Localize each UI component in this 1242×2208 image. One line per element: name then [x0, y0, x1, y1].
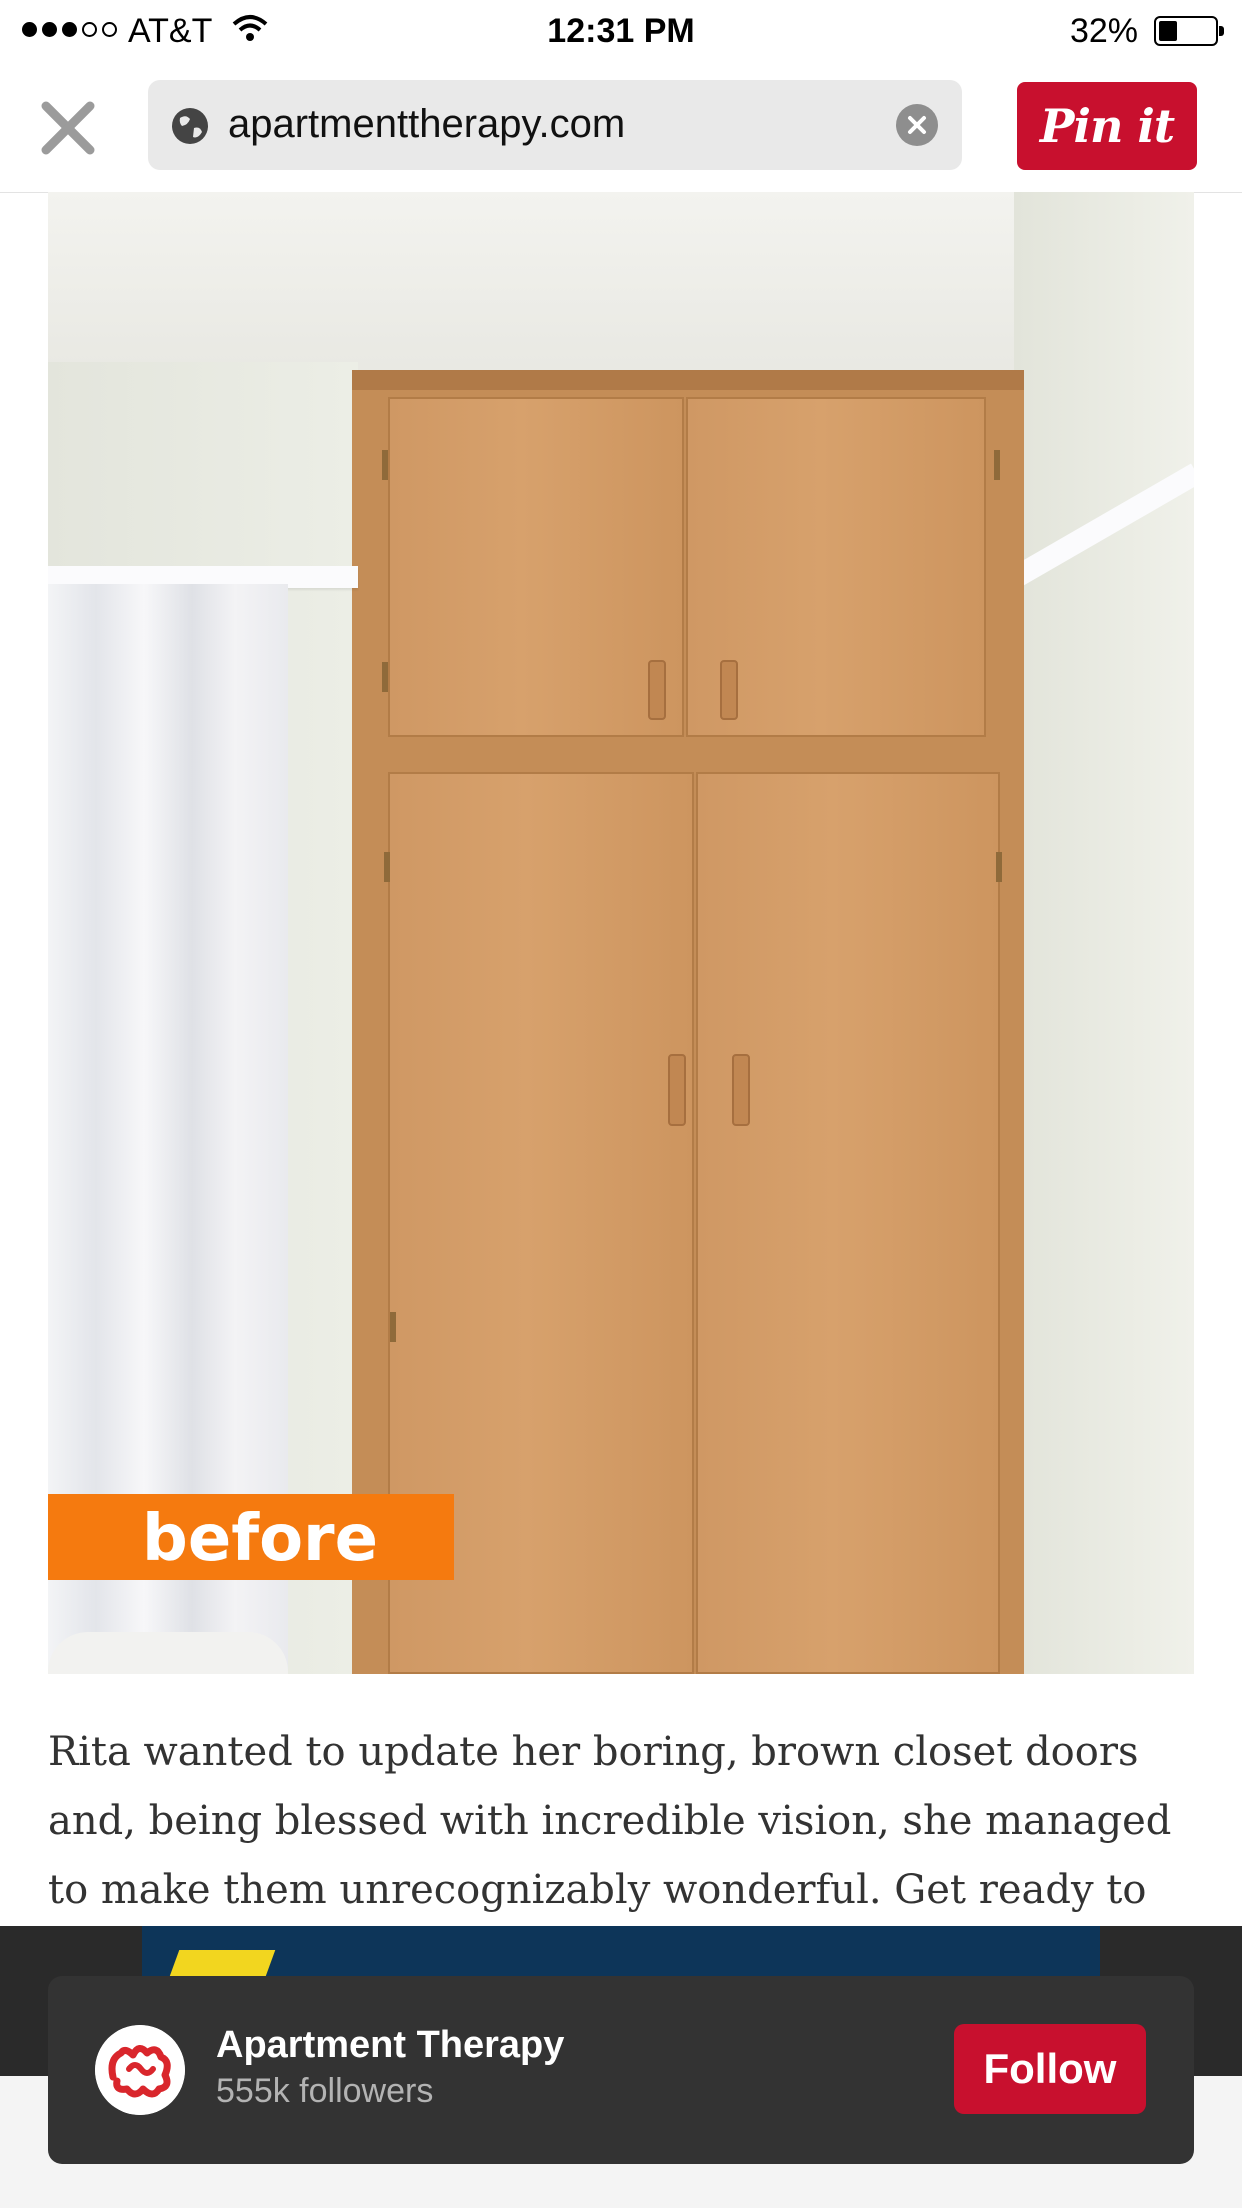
lower-right-door — [696, 772, 1000, 1674]
close-icon[interactable] — [40, 100, 96, 156]
door-handle — [732, 1054, 750, 1126]
door-handle — [668, 1054, 686, 1126]
door-handle — [648, 660, 666, 720]
ad-banner[interactable] — [142, 1926, 1100, 1976]
pin-image[interactable]: before — [48, 192, 1194, 1674]
pin-it-button[interactable]: Pin it — [1017, 82, 1197, 170]
upper-left-door — [388, 397, 684, 737]
url-field[interactable]: apartmenttherapy.com — [148, 80, 962, 170]
account-name[interactable]: Apartment Therapy — [216, 2024, 564, 2067]
url-text: apartmenttherapy.com — [228, 102, 626, 146]
apartment-therapy-logo-icon[interactable] — [95, 2025, 185, 2115]
battery-icon — [1154, 16, 1224, 46]
battery-percent: 32% — [1069, 12, 1138, 50]
browser-toolbar: apartmenttherapy.com Pin it — [0, 62, 1242, 193]
clock: 12:31 PM — [547, 12, 695, 50]
before-label: before — [48, 1494, 454, 1580]
status-bar: AT&T 12:31 PM 32% — [0, 0, 1242, 62]
follow-button[interactable]: Follow — [954, 2024, 1146, 2114]
follower-count: 555k followers — [216, 2072, 434, 2110]
door-handle — [720, 660, 738, 720]
clear-icon[interactable] — [896, 104, 938, 146]
globe-icon — [172, 108, 208, 144]
follow-card: Apartment Therapy 555k followers Follow — [48, 1976, 1194, 2164]
